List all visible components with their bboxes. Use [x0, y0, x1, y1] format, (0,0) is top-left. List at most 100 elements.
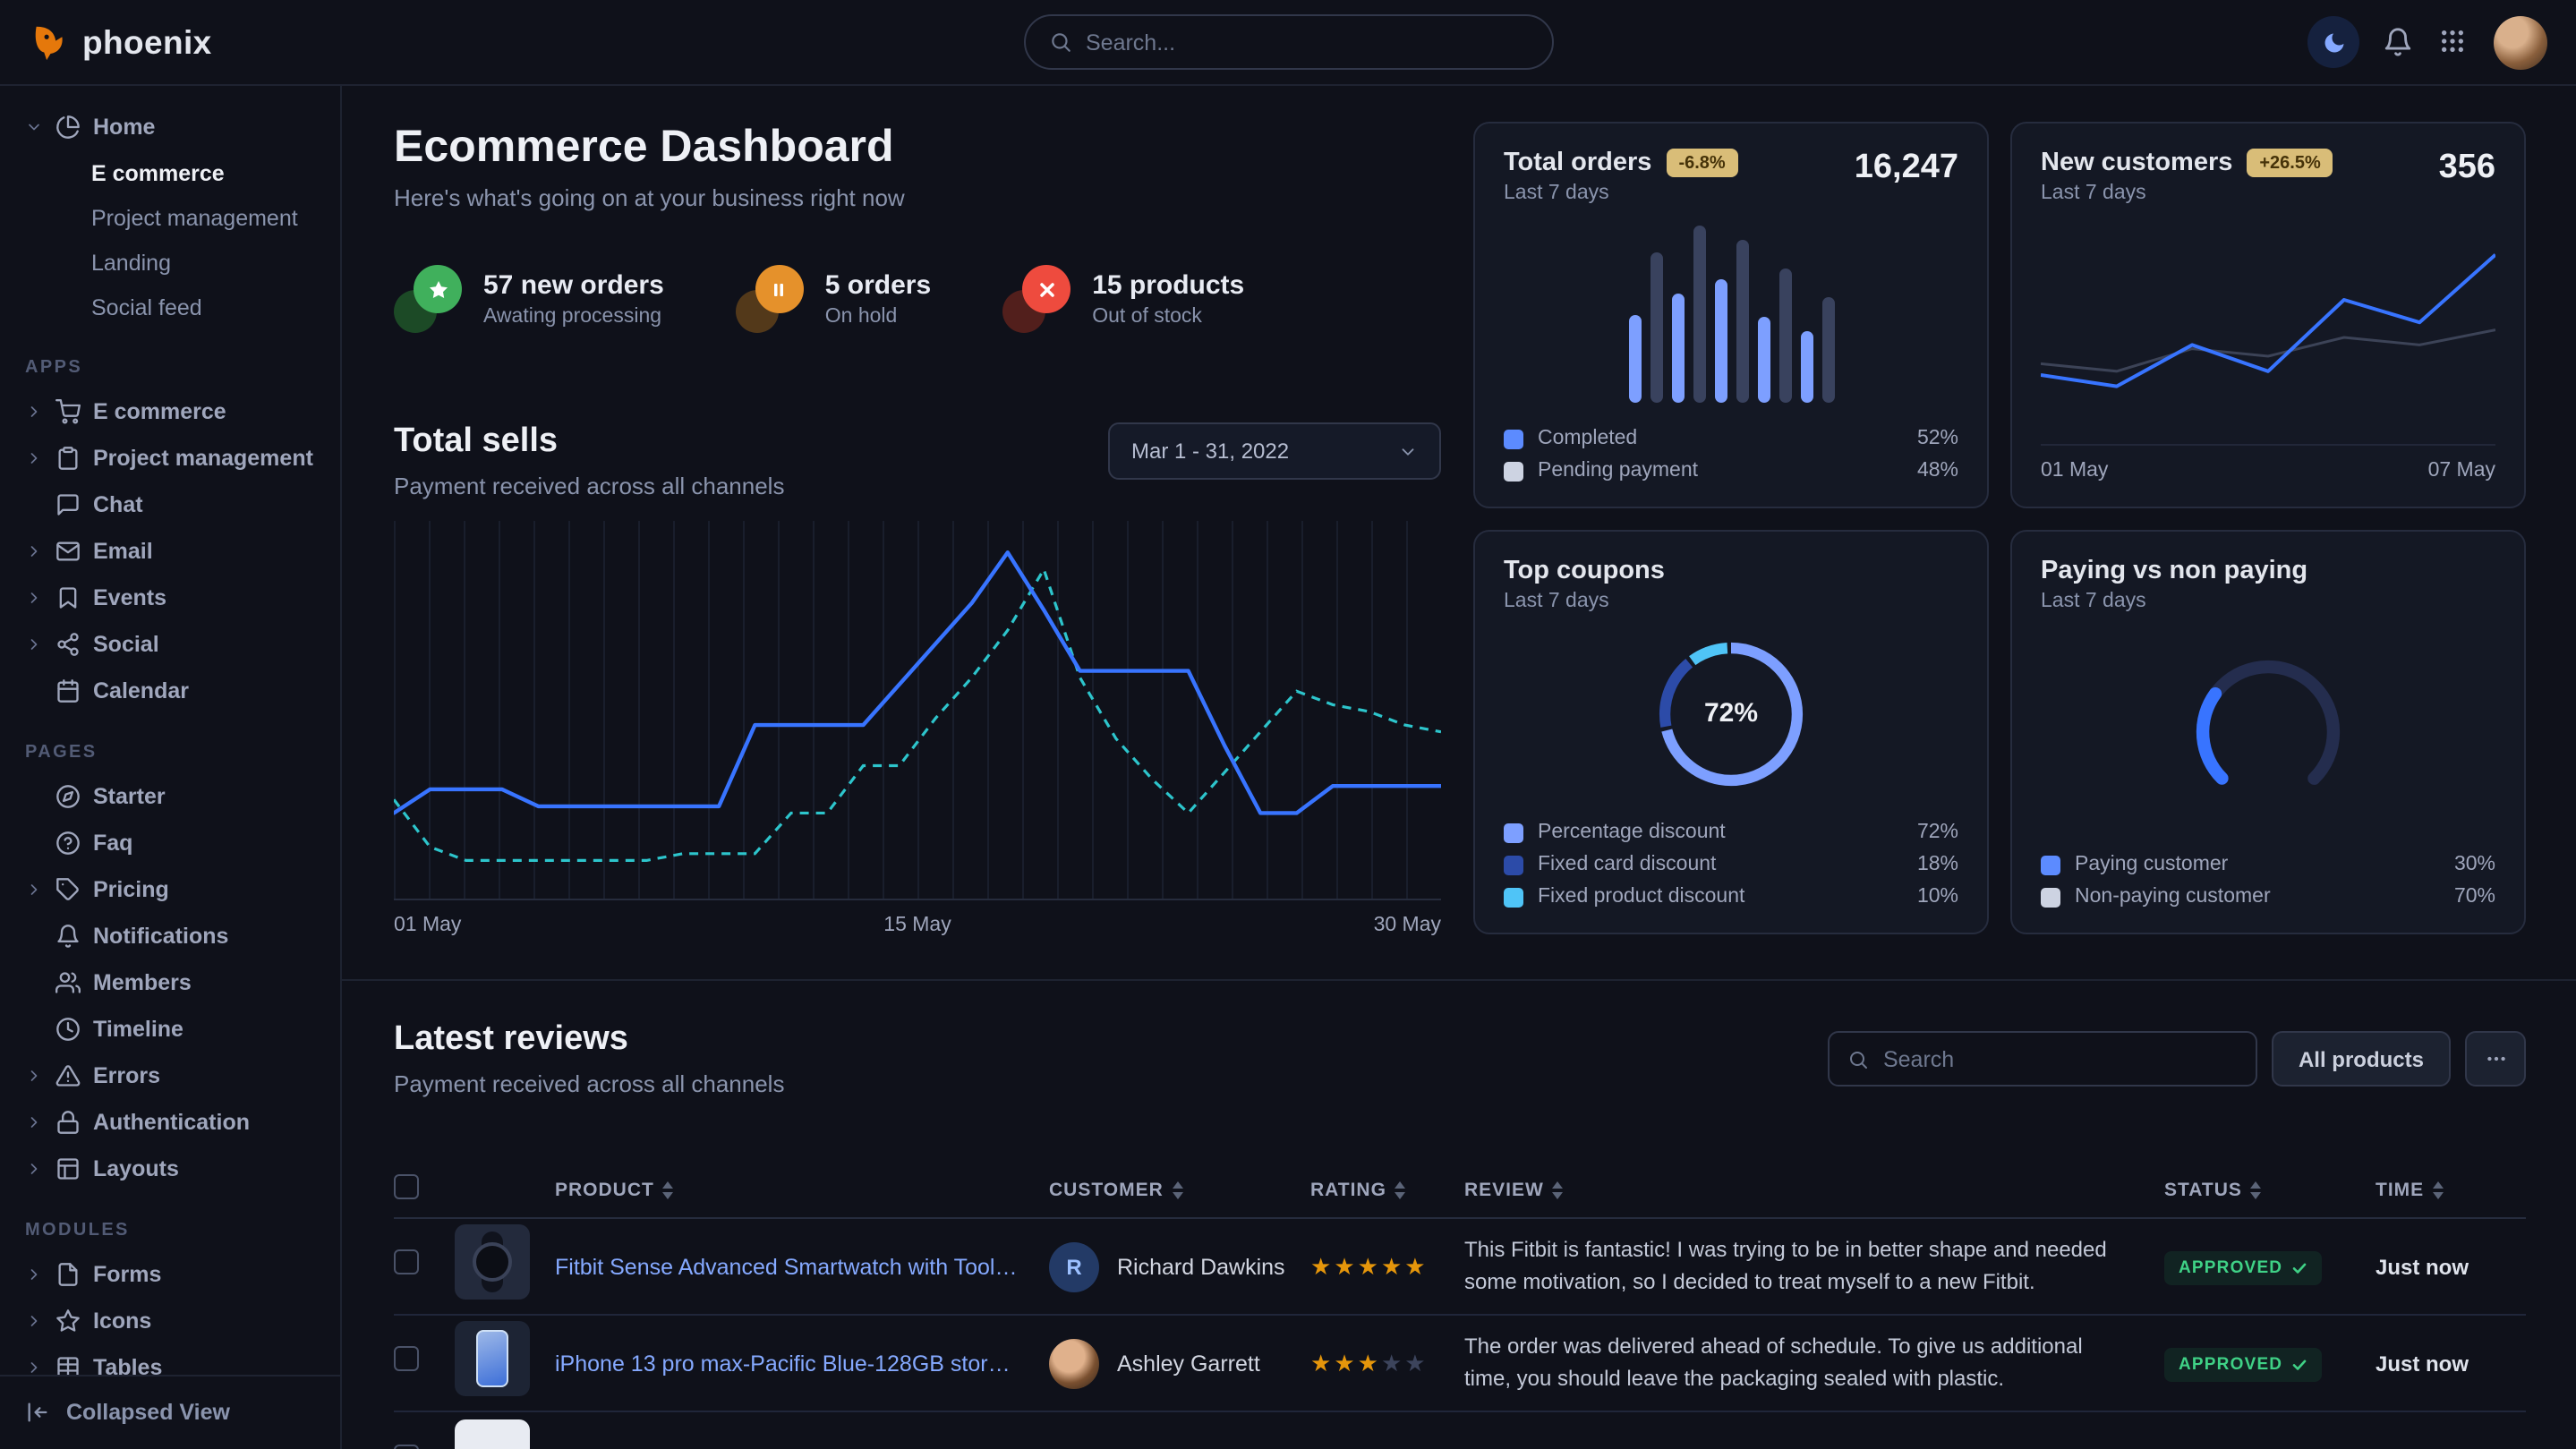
alert-icon: [55, 1063, 81, 1088]
row-checkbox[interactable]: [394, 1249, 419, 1274]
sidebar-item-pricing[interactable]: Pricing: [14, 866, 326, 913]
column-header-customer[interactable]: CUSTOMER: [1049, 1179, 1310, 1200]
sidebar-subitem-landing[interactable]: Landing: [14, 240, 326, 285]
legend-label: Pending payment: [1538, 460, 1698, 482]
sidebar-item-timeline[interactable]: Timeline: [14, 1006, 326, 1053]
column-label: CUSTOMER: [1049, 1179, 1164, 1200]
ellipsis-icon: [2484, 1047, 2507, 1070]
kpi-cards: Total orders -6.8% Last 7 days 16,247 Co…: [1473, 122, 2526, 936]
customers-chart-svg: [2041, 218, 2495, 444]
column-header-status[interactable]: STATUS: [2164, 1179, 2376, 1200]
sidebar-item-notifications[interactable]: Notifications: [14, 913, 326, 959]
sidebar-item-forms[interactable]: Forms: [14, 1251, 326, 1298]
date-range-select[interactable]: Mar 1 - 31, 2022: [1108, 422, 1441, 480]
sidebar-item-events[interactable]: Events: [14, 575, 326, 621]
notifications-button[interactable]: [2383, 26, 2415, 58]
status-badge: APPROVED: [2164, 1250, 2322, 1284]
mail-icon: [55, 539, 81, 564]
gauge-svg: [2182, 645, 2354, 817]
sidebar: HomeE commerceProject managementLandingS…: [0, 86, 342, 1449]
sidebar-item-project-management[interactable]: Project management: [14, 435, 326, 482]
user-avatar[interactable]: [2494, 15, 2547, 69]
sidebar-item-authentication[interactable]: Authentication: [14, 1099, 326, 1146]
sidebar-item-members[interactable]: Members: [14, 959, 326, 1006]
reviews-search[interactable]: [1828, 1031, 2257, 1087]
sidebar-subitem-project-management[interactable]: Project management: [14, 195, 326, 240]
trend-badge: +26.5%: [2247, 149, 2333, 177]
chevron-right-icon: [25, 1067, 43, 1085]
paying-gauge-chart: [2041, 612, 2495, 850]
page-title: Ecommerce Dashboard: [394, 122, 1441, 174]
table-header: PRODUCT CUSTOMER RATING REVIEWSTATUSTIME: [394, 1162, 2526, 1219]
chevron-right-icon: [25, 542, 43, 560]
sidebar-item-label: Notifications: [93, 924, 228, 949]
stat-icon: [394, 265, 462, 333]
sidebar-subitem-e-commerce[interactable]: E commerce: [14, 150, 326, 195]
card-period: Last 7 days: [2041, 591, 2495, 612]
sidebar-item-chat[interactable]: Chat: [14, 482, 326, 528]
customers-line-chart: [2041, 218, 2495, 444]
sidebar-item-starter[interactable]: Starter: [14, 773, 326, 820]
rating-stars: ★★★★★: [1310, 1349, 1464, 1377]
apps-menu-button[interactable]: [2438, 26, 2470, 58]
legend-label: Fixed card discount: [1538, 854, 1716, 875]
chevron-right-icon: [25, 881, 43, 899]
sidebar-item-layouts[interactable]: Layouts: [14, 1146, 326, 1192]
row-checkbox[interactable]: [394, 1444, 419, 1449]
sidebar-item-label: Faq: [93, 831, 132, 856]
bar: [1736, 240, 1748, 403]
column-header-product[interactable]: PRODUCT: [555, 1179, 1049, 1200]
legend-completed: Completed52%: [1504, 428, 1958, 449]
sidebar-item-icons[interactable]: Icons: [14, 1298, 326, 1344]
sidebar-item-calendar[interactable]: Calendar: [14, 668, 326, 714]
legend-value: 18%: [1917, 854, 1958, 875]
column-label: PRODUCT: [555, 1179, 654, 1200]
dashboard-left-column: Ecommerce Dashboard Here's what's going …: [394, 122, 1441, 936]
brand[interactable]: phoenix: [29, 21, 212, 63]
product-link[interactable]: iPhone 13 pro max-Pacific Blue-128GB sto…: [555, 1351, 1049, 1376]
sidebar-item-e-commerce[interactable]: E commerce: [14, 388, 326, 435]
legend-value: 70%: [2454, 886, 2495, 908]
sidebar-item-social[interactable]: Social: [14, 621, 326, 668]
review-time: Just now: [2376, 1351, 2526, 1376]
column-label: RATING: [1310, 1179, 1386, 1200]
global-search[interactable]: [1023, 14, 1553, 70]
collapse-view-label: Collapsed View: [66, 1400, 230, 1425]
table-icon: [55, 1355, 81, 1374]
select-all-checkbox[interactable]: [394, 1174, 419, 1199]
pause-icon: [769, 278, 790, 300]
column-header-time[interactable]: TIME: [2376, 1179, 2526, 1200]
all-products-button[interactable]: All products: [2272, 1031, 2451, 1087]
reviews-search-input[interactable]: [1883, 1046, 2238, 1071]
check-icon: [2291, 1259, 2307, 1275]
theme-toggle-button[interactable]: [2307, 16, 2359, 68]
axis-label: 07 May: [2428, 460, 2495, 482]
row-checkbox[interactable]: [394, 1346, 419, 1371]
total-sells-header: Total sells Payment received across all …: [394, 422, 1441, 499]
date-range-value: Mar 1 - 31, 2022: [1131, 439, 1289, 464]
file-icon: [55, 1262, 81, 1287]
sidebar-item-errors[interactable]: Errors: [14, 1053, 326, 1099]
sidebar-section-pages: PAGES: [25, 743, 315, 763]
topbar: phoenix: [0, 0, 2576, 86]
sidebar-item-label: Project management: [93, 446, 313, 471]
moon-icon: [2321, 30, 2346, 55]
sidebar-subitem-social-feed[interactable]: Social feed: [14, 285, 326, 329]
column-header-rating[interactable]: RATING: [1310, 1179, 1464, 1200]
product-thumbnail: [455, 1321, 530, 1396]
chevron-right-icon: [25, 1160, 43, 1178]
sidebar-item-tables[interactable]: Tables: [14, 1344, 326, 1374]
product-link[interactable]: Fitbit Sense Advanced Smartwatch with To…: [555, 1254, 1049, 1279]
sort-icon: [1395, 1181, 1406, 1198]
column-header-review[interactable]: REVIEW: [1464, 1179, 2164, 1200]
search-input[interactable]: [1086, 30, 1528, 55]
sidebar-item-home[interactable]: Home: [14, 104, 326, 150]
collapse-view-button[interactable]: Collapsed View: [0, 1374, 340, 1449]
sidebar-item-faq[interactable]: Faq: [14, 820, 326, 866]
sidebar-item-email[interactable]: Email: [14, 528, 326, 575]
more-options-button[interactable]: [2465, 1031, 2526, 1087]
sidebar-item-label: Social: [93, 632, 159, 657]
coupons-donut-chart: 72%: [1504, 616, 1958, 811]
legend-percentage-discount: Percentage discount72%: [1504, 822, 1958, 843]
sidebar-section-apps: APPS: [25, 358, 315, 378]
